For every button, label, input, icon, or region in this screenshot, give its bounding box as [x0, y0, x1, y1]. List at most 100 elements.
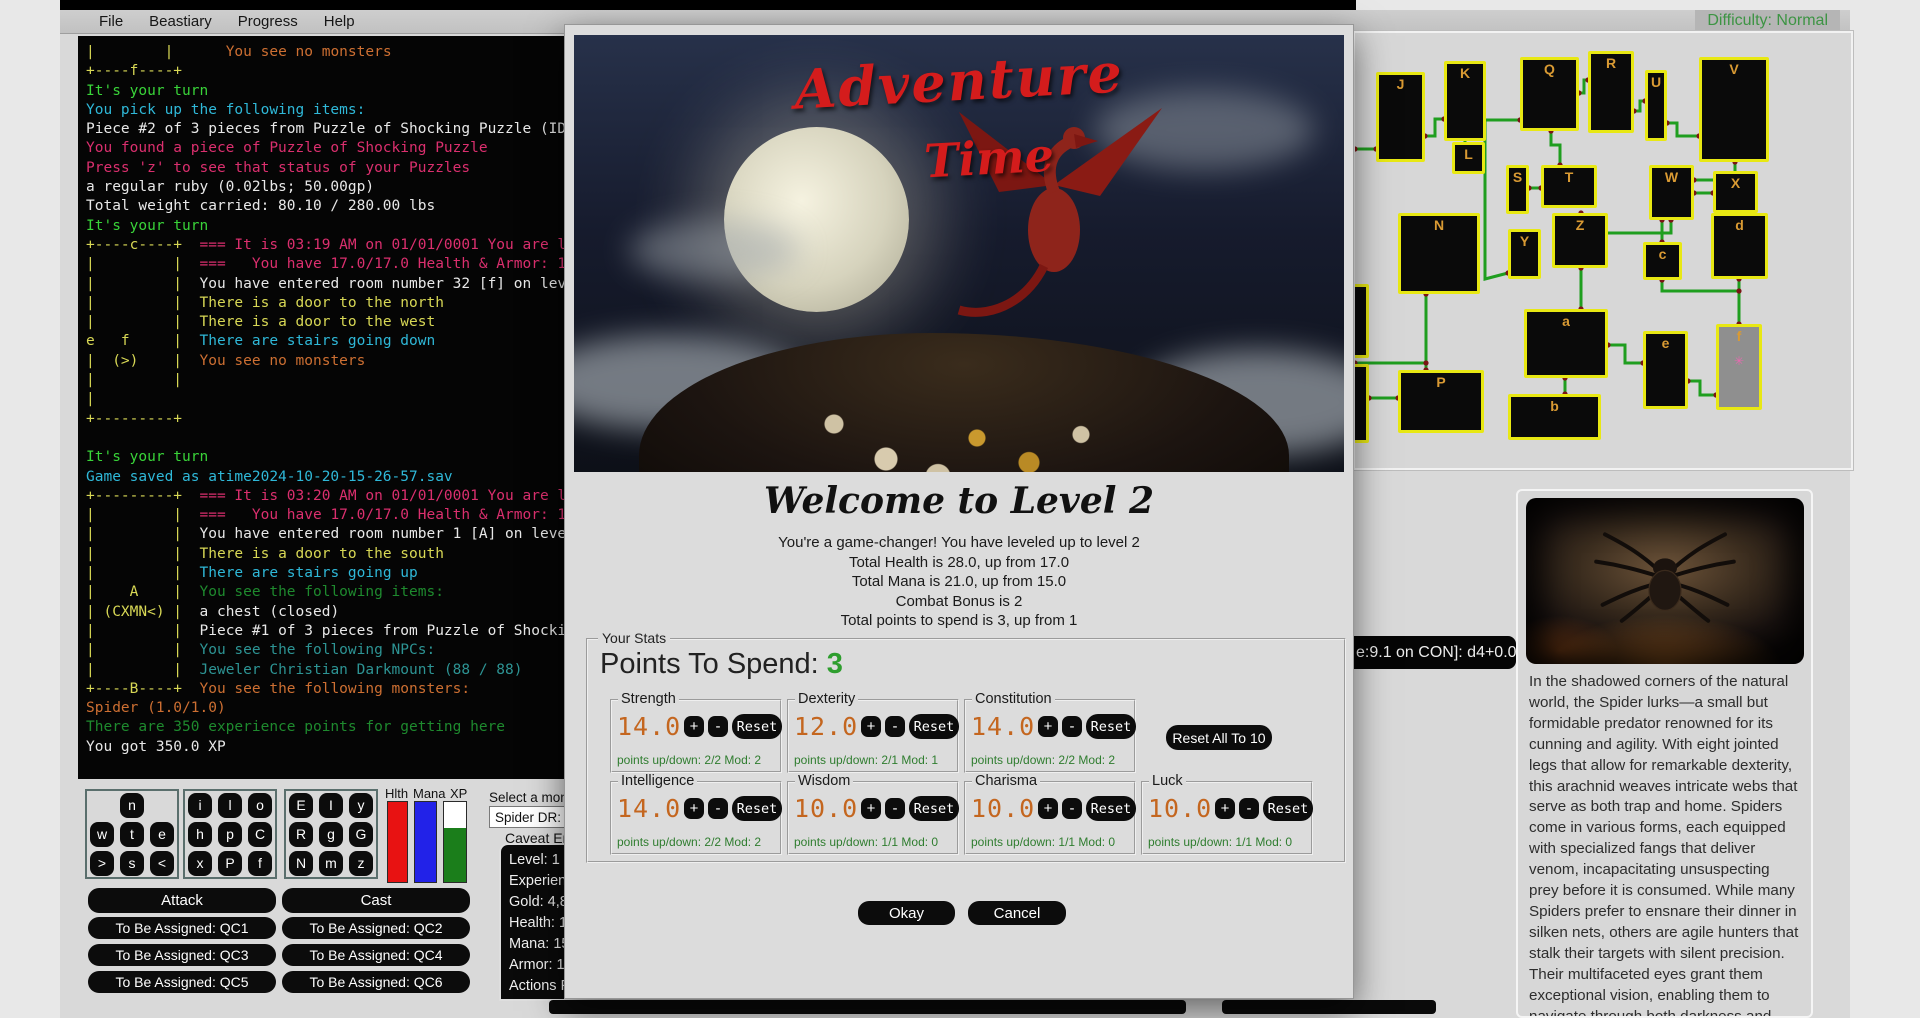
qc-button-6[interactable]: To Be Assigned: QC6: [282, 971, 470, 993]
dialog-body: You're a game-changer! You have leveled …: [565, 533, 1353, 631]
okay-button[interactable]: Okay: [858, 901, 955, 925]
key-G[interactable]: G: [349, 822, 373, 847]
key-h[interactable]: h: [188, 822, 212, 847]
bottom-panel-edge: [549, 1000, 1186, 1014]
key-i[interactable]: i: [188, 793, 212, 818]
attack-button[interactable]: Attack: [88, 888, 276, 913]
map-room-R: R: [1588, 51, 1634, 133]
menu-item-file[interactable]: File: [86, 11, 136, 32]
qc-button-3[interactable]: To Be Assigned: QC3: [88, 944, 276, 966]
key-g[interactable]: g: [319, 822, 343, 847]
stat-decrease-button[interactable]: -: [708, 798, 728, 819]
key-R[interactable]: R: [289, 822, 313, 847]
key-o[interactable]: o: [248, 793, 272, 818]
points-to-spend-label: Points To Spend:: [600, 648, 819, 680]
map-room-Z: Z: [1552, 213, 1608, 268]
key-N[interactable]: N: [289, 851, 313, 876]
stat-decrease-button[interactable]: -: [1062, 716, 1082, 737]
reset-all-button[interactable]: Reset All To 10: [1166, 725, 1272, 750]
qc-button-2[interactable]: To Be Assigned: QC2: [282, 917, 470, 939]
stat-increase-button[interactable]: +: [861, 716, 881, 737]
bestiary-description: In the shadowed corners of the natural w…: [1529, 672, 1803, 1018]
key-t[interactable]: t: [120, 822, 144, 847]
key->[interactable]: >: [90, 851, 114, 876]
stat-name: Constitution: [972, 691, 1055, 707]
stat-reset-button[interactable]: Reset: [732, 714, 782, 739]
stat-reset-button[interactable]: Reset: [909, 714, 959, 739]
monster-select-value: Spider DR: (: [495, 810, 569, 825]
map-room-S: S: [1506, 165, 1529, 214]
key-e[interactable]: e: [150, 822, 174, 847]
stat-decrease-button[interactable]: -: [1062, 798, 1082, 819]
map-room-f: f✳: [1716, 324, 1762, 410]
keypad-group: nwte >s<: [85, 789, 179, 879]
stat-reset-button[interactable]: Reset: [732, 796, 782, 821]
menu-item-beastiary[interactable]: Beastiary: [136, 11, 225, 32]
key-C[interactable]: C: [248, 822, 272, 847]
stat-value: 10.0: [794, 794, 857, 823]
menu-item-progress[interactable]: Progress: [225, 11, 311, 32]
cancel-button[interactable]: Cancel: [968, 901, 1066, 925]
level-up-dialog: Adventure Time Welcome to Level 2 You're…: [564, 24, 1354, 999]
stat-value: 14.0: [617, 794, 680, 823]
stat-reset-button[interactable]: Reset: [1086, 796, 1136, 821]
stat-decrease-button[interactable]: -: [1239, 798, 1259, 819]
stat-decrease-button[interactable]: -: [885, 716, 905, 737]
dialog-body-line: Total points to spend is 3, up from 1: [565, 611, 1353, 631]
stat-points-caption: points up/down: 2/2 Mod: 2: [617, 753, 761, 767]
stat-box-strength: Strength14.0+-Resetpoints up/down: 2/2 M…: [610, 699, 782, 773]
stat-box-charisma: Charisma10.0+-Resetpoints up/down: 1/1 M…: [964, 781, 1136, 855]
key-E[interactable]: E: [289, 793, 313, 818]
key-l[interactable]: l: [218, 793, 242, 818]
key-p[interactable]: p: [218, 822, 242, 847]
qc-button-1[interactable]: To Be Assigned: QC1: [88, 917, 276, 939]
key-y[interactable]: y: [349, 793, 373, 818]
stat-decrease-button[interactable]: -: [885, 798, 905, 819]
dialog-body-line: Total Mana is 21.0, up from 15.0: [565, 572, 1353, 592]
keypad-group: EIy RgG Nmz: [284, 789, 378, 879]
stat-value: 14.0: [971, 712, 1034, 741]
qc-button-4[interactable]: To Be Assigned: QC4: [282, 944, 470, 966]
cast-button[interactable]: Cast: [282, 888, 470, 913]
key-I[interactable]: I: [319, 793, 343, 818]
stat-reset-button[interactable]: Reset: [909, 796, 959, 821]
stat-points-caption: points up/down: 2/2 Mod: 2: [971, 753, 1115, 767]
stat-points-caption: points up/down: 1/1 Mod: 0: [971, 835, 1115, 849]
xp-bar-empty: [444, 802, 466, 828]
stat-box-luck: Luck10.0+-Resetpoints up/down: 1/1 Mod: …: [1141, 781, 1313, 855]
key-P[interactable]: P: [218, 851, 242, 876]
map-room-T: T: [1541, 165, 1597, 208]
dialog-body-line: Combat Bonus is 2: [565, 592, 1353, 612]
stat-decrease-button[interactable]: -: [708, 716, 728, 737]
key-s[interactable]: s: [120, 851, 144, 876]
key-<[interactable]: <: [150, 851, 174, 876]
health-bar: [387, 801, 408, 883]
stat-increase-button[interactable]: +: [1215, 798, 1235, 819]
stat-value: 12.0: [794, 712, 857, 741]
map-room-e: e: [1643, 331, 1688, 409]
key-w[interactable]: w: [90, 822, 114, 847]
key-m[interactable]: m: [319, 851, 343, 876]
key-z[interactable]: z: [349, 851, 373, 876]
cloud-art: [629, 220, 799, 280]
title-artwork: Adventure Time: [574, 35, 1344, 472]
map-room-edge2: [1353, 364, 1369, 443]
stat-name: Charisma: [972, 773, 1040, 789]
stat-increase-button[interactable]: +: [684, 716, 704, 737]
stat-increase-button[interactable]: +: [861, 798, 881, 819]
key-n[interactable]: n: [120, 793, 144, 818]
current-room-marker: ✳: [1719, 354, 1759, 368]
stat-points-caption: points up/down: 1/1 Mod: 0: [1148, 835, 1292, 849]
key-f[interactable]: f: [248, 851, 272, 876]
stat-increase-button[interactable]: +: [1038, 798, 1058, 819]
stat-increase-button[interactable]: +: [684, 798, 704, 819]
qc-button-5[interactable]: To Be Assigned: QC5: [88, 971, 276, 993]
key-x[interactable]: x: [188, 851, 212, 876]
map-room-a: a: [1524, 309, 1608, 378]
stat-reset-button[interactable]: Reset: [1086, 714, 1136, 739]
stat-reset-button[interactable]: Reset: [1263, 796, 1313, 821]
menu-item-help[interactable]: Help: [311, 11, 368, 32]
map-room-P: P: [1398, 370, 1484, 433]
stat-increase-button[interactable]: +: [1038, 716, 1058, 737]
stat-name: Wisdom: [795, 773, 853, 789]
